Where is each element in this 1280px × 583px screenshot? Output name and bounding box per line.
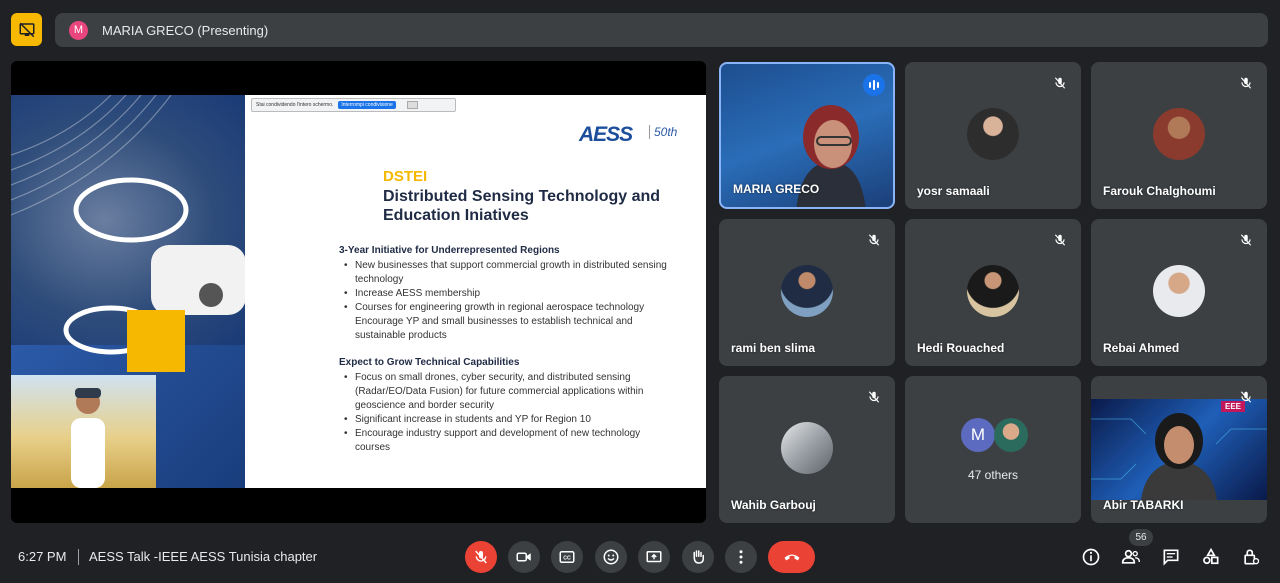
captions-icon: CC [559, 551, 575, 563]
slide-section-list: New businesses that support commercial g… [344, 259, 674, 343]
meeting-details-button[interactable] [1079, 545, 1103, 569]
participant-avatar [967, 265, 1019, 317]
participant-tile-yosr-samaali[interactable]: yosr samaali [905, 62, 1081, 209]
hide-banner-button[interactable] [406, 101, 418, 109]
camera-icon [516, 552, 531, 562]
list-item: New businesses that support commercial g… [344, 259, 674, 287]
participant-tile-rebai-ahmed[interactable]: Rebai Ahmed [1091, 219, 1267, 366]
host-controls-button[interactable] [1239, 545, 1263, 569]
list-item: Courses for engineering growth in region… [344, 301, 674, 343]
speaking-indicator-icon [863, 74, 885, 96]
mic-off-icon [475, 550, 487, 564]
list-item: Increase AESS membership [344, 287, 674, 301]
captions-button[interactable]: CC [551, 541, 583, 573]
participant-name: yosr samaali [917, 184, 990, 198]
mic-off-icon [1051, 231, 1069, 249]
mic-off-icon [1051, 74, 1069, 92]
participant-tile-wahib-garbouj[interactable]: Wahib Garbouj [719, 376, 895, 523]
presenter-avatar: M [69, 20, 88, 40]
presenter-label: MARIA GRECO (Presenting) [102, 22, 269, 38]
participant-name: Wahib Garbouj [731, 498, 816, 512]
mic-off-button[interactable] [465, 541, 497, 573]
activities-button[interactable] [1199, 545, 1223, 569]
mic-off-icon [1237, 74, 1255, 92]
emoji-button[interactable] [595, 541, 627, 573]
list-item: Significant increase in students and YP … [344, 413, 674, 427]
list-item: Focus on small drones, cyber security, a… [344, 371, 674, 413]
raise-hand-button[interactable] [682, 541, 714, 573]
participant-tile-rami-ben-slima[interactable]: rami ben slima [719, 219, 895, 366]
participant-name: Farouk Chalghoumi [1103, 184, 1216, 198]
divider [78, 549, 79, 565]
svg-text:CC: CC [563, 556, 571, 562]
others-avatar-photo [994, 418, 1028, 452]
others-avatar-letter: M [961, 418, 995, 452]
participant-name: Abir TABARKI [1103, 498, 1184, 512]
activities-icon [1203, 547, 1219, 565]
participant-tile-maria-greco[interactable]: MARIA GRECO [719, 62, 895, 209]
more-options-button[interactable] [725, 541, 757, 573]
people-icon [1121, 549, 1140, 564]
participant-video: EEE [1091, 399, 1267, 500]
slide-section-list: Focus on small drones, cyber security, a… [344, 371, 674, 455]
participant-avatar [781, 265, 833, 317]
participant-avatar [1153, 108, 1205, 160]
participant-avatar [967, 108, 1019, 160]
participant-name: Hedi Rouached [917, 341, 1005, 355]
shared-screen: Stai condividendo l'intero schermo. Inte… [11, 61, 706, 523]
chat-icon [1163, 549, 1179, 566]
others-count-label: 47 others [967, 468, 1019, 482]
clock: 6:27 PM [18, 549, 67, 564]
info-icon [1082, 548, 1100, 566]
participant-tile-farouk-chalghoumi[interactable]: Farouk Chalghoumi [1091, 62, 1267, 209]
people-count-badge: 56 [1129, 529, 1153, 546]
participant-tile-abir-tabarki[interactable]: EEE Abir TABARKI [1091, 376, 1267, 523]
slide-image-panel [11, 95, 245, 488]
leave-call-button[interactable] [768, 541, 815, 573]
participant-tile-hedi-rouached[interactable]: Hedi Rouached [905, 219, 1081, 366]
presentation-slide: Stai condividendo l'intero schermo. Inte… [11, 95, 706, 488]
mic-off-icon [865, 388, 883, 406]
slide-section-heading: Expect to Grow Technical Capabilities [339, 357, 520, 368]
mic-off-icon [865, 231, 883, 249]
participant-avatar [781, 422, 833, 474]
participant-tile-others[interactable]: M 47 others [905, 376, 1081, 523]
slide-kicker: DSTEI [383, 168, 428, 185]
participant-name: Rebai Ahmed [1103, 341, 1180, 355]
more-options-icon [739, 550, 743, 564]
hang-up-icon [784, 554, 799, 561]
present-screen-icon [646, 551, 662, 563]
mic-off-icon [1237, 388, 1255, 406]
present-screen-button[interactable] [638, 541, 670, 573]
stop-sharing-button[interactable]: Interrompi condivisione [338, 101, 396, 109]
participant-name: MARIA GRECO [733, 182, 820, 196]
slide-title: Distributed Sensing Technology and Educa… [383, 188, 661, 224]
people-button[interactable] [1119, 545, 1143, 569]
screen-share-banner: Stai condividendo l'intero schermo. Inte… [251, 98, 456, 112]
mic-off-icon [1237, 231, 1255, 249]
drone-pilot-figure [71, 388, 105, 488]
list-item: Encourage industry support and developme… [344, 427, 674, 455]
presentation-icon[interactable] [11, 13, 42, 46]
presenter-bar[interactable]: M MARIA GRECO (Presenting) [55, 13, 1268, 47]
host-controls-icon [1244, 549, 1260, 565]
share-notice-text: Stai condividendo l'intero schermo. [256, 102, 334, 108]
chat-button[interactable] [1159, 545, 1183, 569]
meeting-title: AESS Talk -IEEE AESS Tunisia chapter [89, 549, 318, 564]
aess-logo: AESS [579, 123, 633, 146]
slide-yellow-block [127, 310, 185, 372]
participant-avatar [1153, 265, 1205, 317]
anniversary-logo: 50th [649, 125, 677, 139]
participant-name: rami ben slima [731, 341, 816, 355]
meet-window: M MARIA GRECO (Presenting) Stai condivid… [0, 0, 1280, 583]
emoji-icon [603, 549, 619, 565]
camera-button[interactable] [508, 541, 540, 573]
raise-hand-icon [693, 550, 704, 564]
slide-section-heading: 3-Year Initiative for Underrepresented R… [339, 245, 560, 256]
others-avatars: M [961, 418, 1028, 452]
